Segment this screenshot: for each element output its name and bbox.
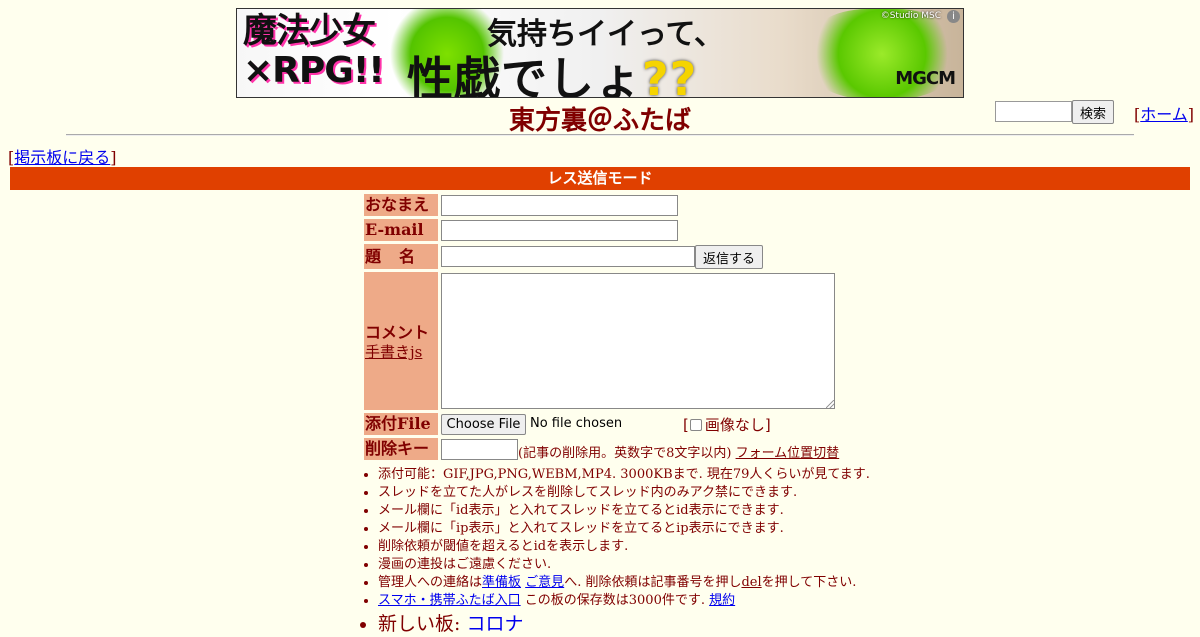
delete-request-text: へ. 削除依頼は記事番号を押し [564, 575, 742, 590]
delete-request-suffix: を押して下さい. [761, 575, 857, 590]
delete-key-note: (記事の削除用。英数字で8文字以内) [518, 446, 732, 461]
banner-left-line1: 魔法少女 [243, 11, 376, 51]
bracket-open: [ [683, 416, 689, 434]
corona-board-link[interactable]: コロナ [466, 613, 523, 635]
list-item: 管理人への連絡は準備板 ご意見へ. 削除依頼は記事番号を押しdelを押して下さい… [378, 574, 882, 592]
email-label: E-mail [364, 219, 438, 241]
form-position-toggle-link[interactable]: フォーム位置切替 [736, 446, 840, 461]
ad-info-icon[interactable]: i [947, 10, 960, 23]
no-image-option: [ 画像なし] [683, 414, 771, 435]
list-item: 漫画の連投はご遠慮ください. [378, 556, 882, 574]
subject-input[interactable] [441, 246, 695, 267]
no-image-label: 画像なし] [704, 416, 771, 434]
back-link-wrapper: [掲示板に戻る] [8, 144, 117, 168]
banner-copyright: ©Studio MSC [880, 11, 941, 21]
comment-textarea[interactable] [441, 273, 835, 409]
name-input[interactable] [441, 195, 678, 216]
storage-text: この板の保存数は3000件です. [524, 593, 705, 608]
banner-left-text: 魔法少女 ×RPG!! [243, 11, 385, 91]
bracket-close: ] [1187, 105, 1195, 124]
reply-submit-button[interactable]: 返信する [695, 245, 763, 269]
reply-mode-bar: レス送信モード [10, 167, 1190, 190]
draw-link[interactable]: 手書きjs [365, 341, 422, 362]
list-item: メール欄に「ip表示」と入れてスレッドを立てるとip表示にできます. [378, 520, 882, 538]
contact-text: 管理人への連絡は [378, 575, 483, 590]
list-item: 削除依頼が閾値を超えるとidを表示します. [378, 538, 882, 556]
ad-banner[interactable]: 魔法少女 ×RPG!! 気持ちイイって、 性戯でしょ?? ©Studio MSC… [236, 8, 964, 98]
delete-key-note-wrapper: (記事の削除用。英数字で8文字以内) フォーム位置切替 [518, 442, 839, 461]
home-link[interactable]: ホーム [1140, 105, 1188, 124]
comment-label: コメント [365, 323, 430, 342]
banner-headline-2: 性戯でしょ?? [407, 43, 698, 98]
search-button[interactable]: 検索 [1072, 100, 1114, 124]
list-item: スレッドを立てた人がレスを削除してスレッド内のみアク禁にできます. [378, 484, 882, 502]
subject-label: 題名 [364, 244, 438, 269]
comment-label-cell: コメント 手書きjs [364, 272, 438, 410]
del-link[interactable]: del [741, 575, 761, 590]
new-board-label: 新しい板: [378, 613, 467, 635]
name-label: おなまえ [364, 194, 438, 216]
home-link-wrapper: [ホーム] [1134, 101, 1194, 125]
search-input[interactable] [995, 101, 1072, 122]
mobile-entrance-link[interactable]: スマホ・携帯ふたば入口 [378, 593, 521, 608]
banner-headline-2-text: 性戯でしょ [407, 52, 642, 98]
list-item: スマホ・携帯ふたば入口 この板の保存数は3000件です. 規約 [378, 592, 882, 610]
delete-key-input[interactable] [441, 439, 518, 460]
email-input[interactable] [441, 220, 678, 241]
list-item: 新しい板: コロナ [378, 611, 882, 637]
file-status-text: No file chosen [530, 416, 623, 431]
list-item: 添付可能：GIF,JPG,PNG,WEBM,MP4. 3000KBまで. 現在7… [378, 466, 882, 484]
banner-logo: MGCM [895, 68, 956, 89]
banner-question-marks: ?? [642, 52, 698, 98]
delete-key-label: 削除キー [364, 438, 438, 460]
file-label: 添付File [364, 413, 438, 435]
header-divider [66, 134, 1134, 136]
back-to-board-link[interactable]: 掲示板に戻る [14, 148, 110, 167]
resize-grip-icon[interactable] [826, 400, 834, 408]
choose-file-button[interactable]: Choose File [441, 414, 526, 435]
no-image-checkbox[interactable] [689, 419, 702, 431]
list-item: メール欄に「id表示」と入れてスレッドを立てるとid表示にできます. [378, 502, 882, 520]
prep-board-link[interactable]: 準備板 [482, 575, 521, 590]
notice-list: 添付可能：GIF,JPG,PNG,WEBM,MP4. 3000KBまで. 現在7… [362, 466, 882, 637]
terms-link[interactable]: 規約 [709, 593, 735, 608]
bracket-close: ] [110, 148, 117, 167]
feedback-link[interactable]: ご意見 [525, 575, 564, 590]
banner-left-line2: ×RPG!! [243, 50, 385, 91]
